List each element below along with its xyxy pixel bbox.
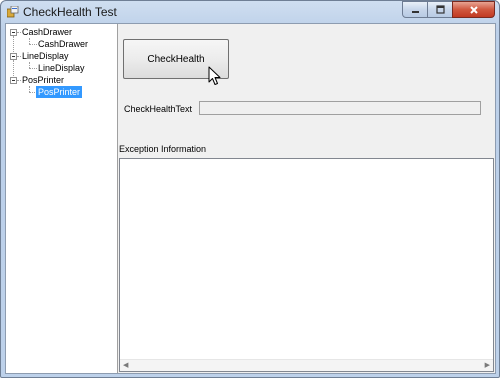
client-area: CashDrawer CashDrawer LineDisplay LineDi… (5, 23, 496, 374)
device-tree[interactable]: CashDrawer CashDrawer LineDisplay LineDi… (6, 24, 118, 373)
title-bar[interactable]: CheckHealth Test (1, 1, 499, 23)
tree-node-cashdrawer[interactable]: CashDrawer (22, 26, 72, 38)
maximize-button[interactable] (427, 1, 453, 18)
window-title: CheckHealth Test (23, 5, 117, 19)
maximize-icon (435, 5, 445, 14)
close-icon (469, 5, 478, 14)
tree-connector (17, 56, 21, 57)
collapse-toggle-icon[interactable] (10, 77, 17, 84)
checkhealth-text-label: CheckHealthText (124, 104, 193, 114)
tree-node-cashdrawer-child[interactable]: CashDrawer (38, 38, 88, 50)
tree-connector (17, 80, 21, 81)
mouse-cursor-icon (208, 66, 221, 85)
tree-connector (29, 92, 35, 93)
tree-node-linedisplay[interactable]: LineDisplay (22, 50, 69, 62)
tree-node-posprinter-child[interactable]: PosPrinter (36, 86, 83, 98)
tree-connector (29, 68, 37, 69)
app-window: CheckHealth Test CashDrawer CashDrawer L… (0, 0, 500, 378)
collapse-toggle-icon[interactable] (10, 29, 17, 36)
minimize-icon (411, 11, 419, 13)
collapse-toggle-icon[interactable] (10, 53, 17, 60)
tree-connector (17, 32, 21, 33)
scroll-right-icon[interactable]: ▶ (485, 362, 490, 369)
checkhealth-text-field[interactable] (199, 101, 481, 115)
caption-buttons (402, 1, 495, 19)
app-icon (7, 6, 19, 18)
horizontal-scrollbar[interactable]: ◀ ▶ (120, 359, 493, 371)
tree-connector (29, 44, 37, 45)
minimize-button[interactable] (402, 1, 428, 18)
exception-information-box[interactable]: ◀ ▶ (119, 158, 494, 372)
exception-information-label: Exception Information (119, 144, 207, 154)
close-button[interactable] (452, 1, 495, 18)
scroll-left-icon[interactable]: ◀ (123, 362, 128, 369)
tree-node-posprinter[interactable]: PosPrinter (22, 74, 64, 86)
tree-node-linedisplay-child[interactable]: LineDisplay (38, 62, 85, 74)
